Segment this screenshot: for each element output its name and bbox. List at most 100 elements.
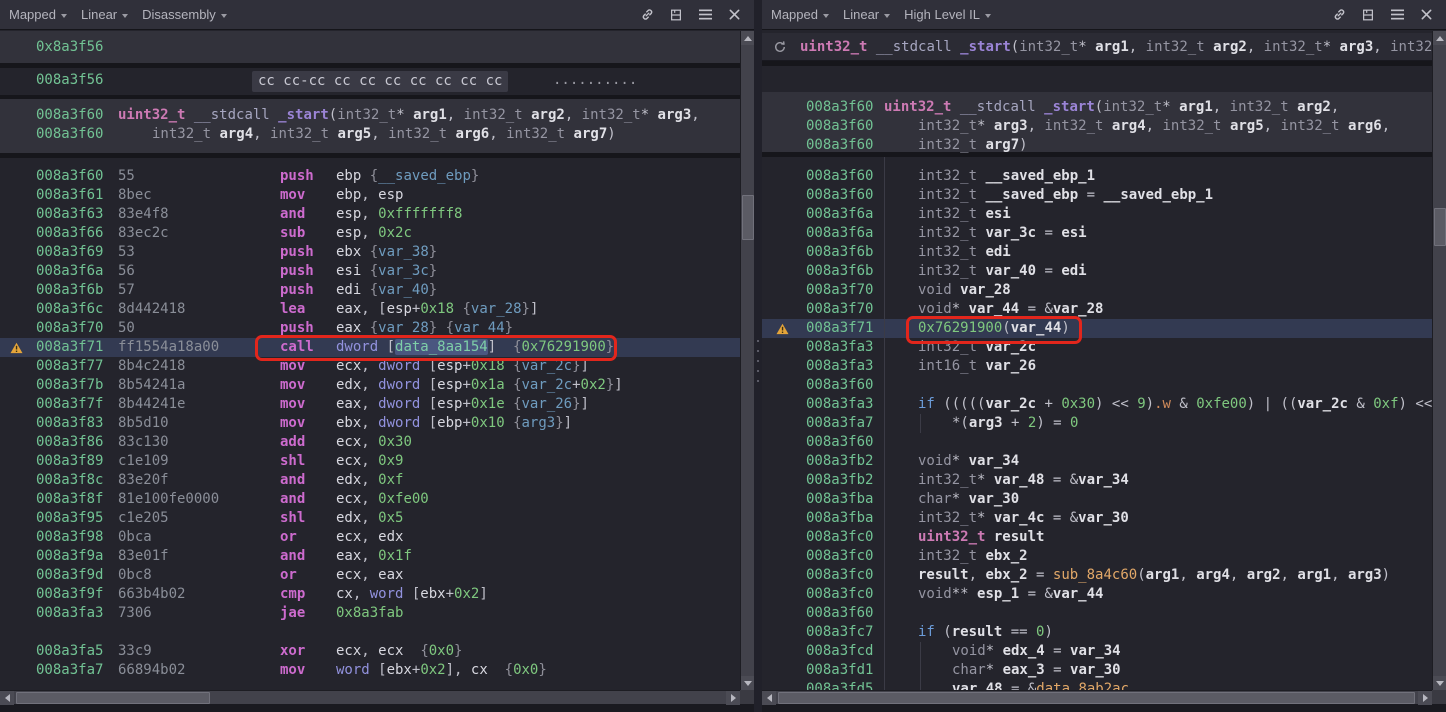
disassembly-line[interactable]: 008a3f9d0bc8orecx, eax: [0, 566, 740, 585]
hlil-line[interactable]: 008a3f6aint32_t var_3c = esi: [762, 224, 1432, 243]
scroll-left-button[interactable]: [0, 691, 14, 705]
hlil-line[interactable]: 008a3fa7*(arg3 + 2) = 0: [762, 414, 1432, 433]
split-pane-icon[interactable]: [1360, 7, 1376, 23]
hlil-line[interactable]: 008a3fc7if (result == 0): [762, 623, 1432, 642]
disassembly-line[interactable]: 008a3f8f81e100fe0000andecx, 0xfe00: [0, 490, 740, 509]
hlil-line[interactable]: 008a3fbachar* var_30: [762, 490, 1432, 509]
view-mapped-dropdown[interactable]: Mapped: [9, 7, 67, 22]
signature-line[interactable]: 008a3f60int32_t* arg3, int32_t arg4, int…: [762, 117, 1432, 136]
disassembly-line[interactable]: 008a3fa766894b02movword [ebx+0x2], cx {0…: [0, 661, 740, 680]
disassembly-line[interactable]: 008a3f71ff1554a18a00calldword [data_8aa1…: [0, 338, 740, 357]
disassembly-line[interactable]: 008a3f9f663b4b02cmpcx, word [ebx+0x2]: [0, 585, 740, 604]
scroll-up-button[interactable]: [741, 31, 755, 45]
disassembly-line[interactable]: 008a3fa37306jae0x8a3fab: [0, 604, 740, 623]
hlil-line[interactable]: 008a3fc0int32_t ebx_2: [762, 547, 1432, 566]
line-cell: 7306: [118, 604, 152, 623]
hlil-line[interactable]: 008a3fc0void** esp_1 = &var_44: [762, 585, 1432, 604]
hlil-line[interactable]: 008a3f6aint32_t esi: [762, 205, 1432, 224]
horizontal-scrollbar[interactable]: [762, 690, 1432, 704]
scroll-down-button[interactable]: [741, 676, 755, 690]
disassembly-line[interactable]: 008a3f8c83e20fandedx, 0xf: [0, 471, 740, 490]
disassembly-line[interactable]: 008a3f9a83e01fandeax, 0x1f: [0, 547, 740, 566]
hlil-line[interactable]: 008a3f60int32_t __saved_ebp = __saved_eb…: [762, 186, 1432, 205]
hlil-line[interactable]: 008a3f60: [762, 376, 1432, 395]
hex-bytes-line[interactable]: 008a3f56 cc cc-cc cc cc cc cc cc cc cc .…: [0, 68, 740, 95]
hlil-line[interactable]: 008a3f710x76291900(var_44): [762, 319, 1432, 338]
disassembly-line[interactable]: 008a3f89c1e109shlecx, 0x9: [0, 452, 740, 471]
pane-splitter[interactable]: [754, 0, 762, 712]
disassembly-line[interactable]: 008a3f6c8d442418leaeax, [esp+0x18 {var_2…: [0, 300, 740, 319]
hlil-line[interactable]: 008a3f70void var_28: [762, 281, 1432, 300]
signature-line[interactable]: 008a3f60int32_t arg7): [762, 136, 1432, 155]
hlil-line[interactable]: 008a3fa3int32_t var_2c: [762, 338, 1432, 357]
disassembly-line[interactable]: [0, 623, 740, 642]
horizontal-scrollbar[interactable]: [0, 690, 740, 704]
hlil-line[interactable]: 008a3f60: [762, 433, 1432, 452]
hlil-line[interactable]: 008a3fd5var_48 = &data_8ab2ac: [762, 680, 1432, 690]
disassembly-line[interactable]: 008a3f6055pushebp {__saved_ebp}: [0, 167, 740, 186]
scrollbar-thumb[interactable]: [16, 692, 210, 704]
hlil-line[interactable]: 008a3f60: [762, 604, 1432, 623]
disassembly-line[interactable]: 008a3f778b4c2418movecx, dword [esp+0x18 …: [0, 357, 740, 376]
hlil-line[interactable]: 008a3f70void* var_44 = &var_28: [762, 300, 1432, 319]
scroll-right-button[interactable]: [726, 691, 740, 705]
disassembly-line[interactable]: 008a3f6953pushebx {var_38}: [0, 243, 740, 262]
line-cell: cmp: [280, 585, 305, 604]
scrollbar-thumb[interactable]: [1434, 208, 1446, 246]
disassembly-line[interactable]: 008a3f7b8b54241amovedx, dword [esp+0x1a …: [0, 376, 740, 395]
link-icon[interactable]: [1331, 7, 1347, 23]
signature-line[interactable]: 008a3f60uint32_t __stdcall _start(int32_…: [762, 98, 1432, 117]
disassembly-line[interactable]: 008a3f980bcaorecx, edx: [0, 528, 740, 547]
block-preview-header[interactable]: 0x8a3f56: [0, 31, 740, 63]
disassembly-line[interactable]: 008a3f6383e4f8andesp, 0xfffffff8: [0, 205, 740, 224]
hlil-line[interactable]: 008a3fc0uint32_t result: [762, 528, 1432, 547]
signature-line[interactable]: 008a3f60int32_t arg4, int32_t arg5, int3…: [0, 125, 740, 144]
scroll-left-button[interactable]: [762, 691, 776, 705]
hlil-line[interactable]: 008a3fa3if (((((var_2c + 0x30) << 9).w &…: [762, 395, 1432, 414]
disassembly-line[interactable]: 008a3f6a56pushesi {var_3c}: [0, 262, 740, 281]
disassembly-line[interactable]: 008a3fa533c9xorecx, ecx {0x0}: [0, 642, 740, 661]
hlil-line[interactable]: 008a3f6bint32_t var_40 = edi: [762, 262, 1432, 281]
view-linear-dropdown[interactable]: Linear: [81, 7, 128, 22]
hlil-line[interactable]: 008a3fc0result, ebx_2 = sub_8a4c60(arg1,…: [762, 566, 1432, 585]
il-level-dropdown[interactable]: Disassembly: [142, 7, 227, 22]
disassembly-line[interactable]: 008a3f95c1e205shledx, 0x5: [0, 509, 740, 528]
token-brc: }: [572, 358, 580, 374]
disassembly-line[interactable]: 008a3f7050pusheax {var_28} {var_44}: [0, 319, 740, 338]
hlil-line[interactable]: 008a3fb2void* var_34: [762, 452, 1432, 471]
il-level-dropdown[interactable]: High Level IL: [904, 7, 991, 22]
hlil-line[interactable]: 008a3fbaint32_t* var_4c = &var_30: [762, 509, 1432, 528]
scroll-right-button[interactable]: [1418, 691, 1432, 705]
scrollbar-thumb[interactable]: [742, 195, 754, 240]
close-icon[interactable]: [1418, 7, 1434, 23]
token-pn: *: [1323, 39, 1340, 55]
disassembly-line[interactable]: 008a3f7f8b44241emoveax, dword [esp+0x1e …: [0, 395, 740, 414]
menu-icon[interactable]: [697, 7, 713, 23]
scroll-up-button[interactable]: [1433, 31, 1446, 45]
hlil-line[interactable]: 008a3f6bint32_t edi: [762, 243, 1432, 262]
hlil-line[interactable]: 008a3f60int32_t __saved_ebp_1: [762, 167, 1432, 186]
scrollbar-thumb[interactable]: [778, 692, 1415, 704]
token-mn: or: [280, 567, 297, 583]
pinned-context-line[interactable]: uint32_t __stdcall _start(int32_t* arg1,…: [762, 33, 1432, 61]
view-mapped-dropdown[interactable]: Mapped: [771, 7, 829, 22]
hlil-line[interactable]: 008a3fb2int32_t* var_48 = &var_34: [762, 471, 1432, 490]
disassembly-line[interactable]: 008a3f618becmovebp, esp: [0, 186, 740, 205]
menu-icon[interactable]: [1389, 7, 1405, 23]
hlil-line[interactable]: 008a3fd1char* eax_3 = var_30: [762, 661, 1432, 680]
vertical-scrollbar[interactable]: [740, 31, 754, 690]
hlil-line[interactable]: 008a3fa3int16_t var_26: [762, 357, 1432, 376]
split-pane-icon[interactable]: [668, 7, 684, 23]
view-linear-dropdown[interactable]: Linear: [843, 7, 890, 22]
line-cell: char* eax_3 = var_30: [918, 661, 1121, 680]
disassembly-line[interactable]: 008a3f838b5d10movebx, dword [ebp+0x10 {a…: [0, 414, 740, 433]
scroll-down-button[interactable]: [1433, 676, 1446, 690]
close-icon[interactable]: [726, 7, 742, 23]
disassembly-line[interactable]: 008a3f6b57pushedi {var_40}: [0, 281, 740, 300]
disassembly-line[interactable]: 008a3f6683ec2csubesp, 0x2c: [0, 224, 740, 243]
vertical-scrollbar[interactable]: [1432, 31, 1446, 690]
signature-line[interactable]: 008a3f60uint32_t __stdcall _start(int32_…: [0, 106, 740, 125]
hlil-line[interactable]: 008a3fcdvoid* edx_4 = var_34: [762, 642, 1432, 661]
disassembly-line[interactable]: 008a3f8683c130addecx, 0x30: [0, 433, 740, 452]
link-icon[interactable]: [639, 7, 655, 23]
